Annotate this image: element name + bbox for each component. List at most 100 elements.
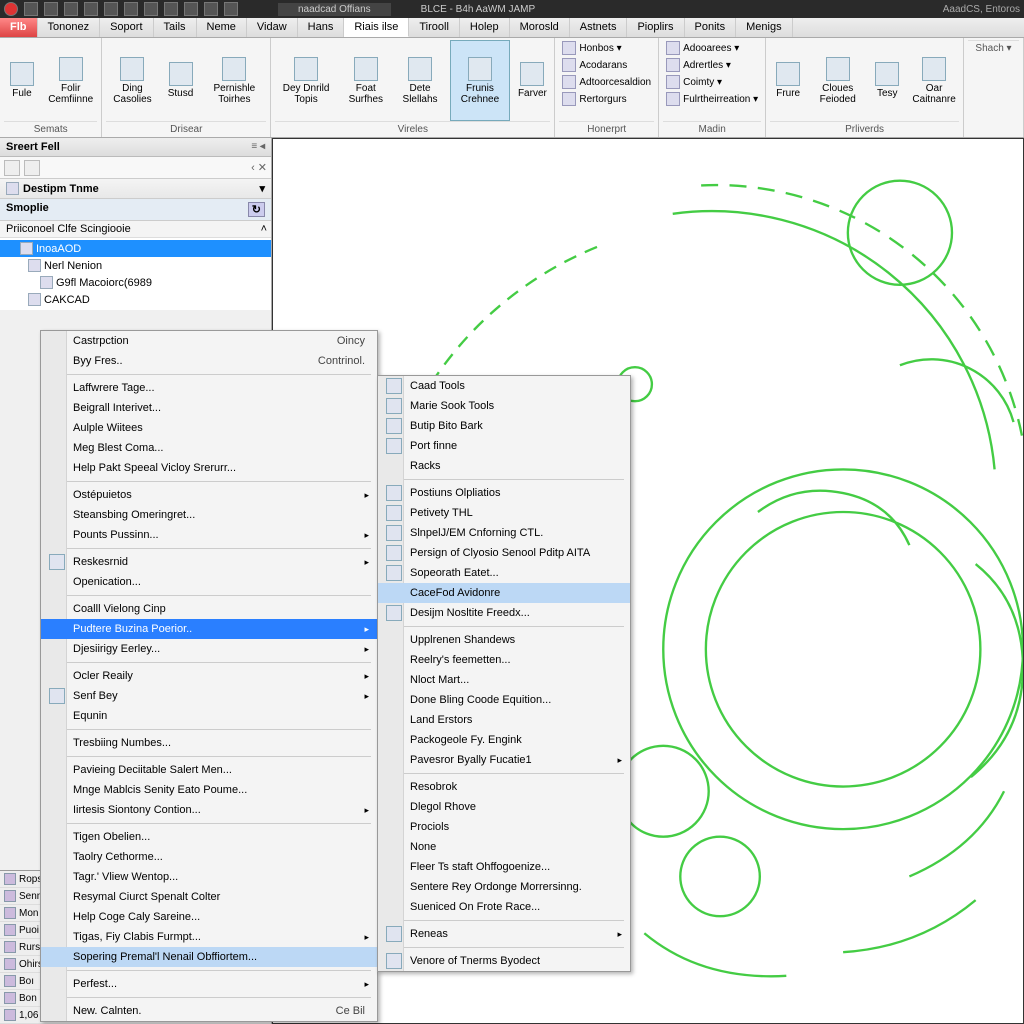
menu-item[interactable]: Fleer Ts staft Ohffogoenize...	[378, 857, 630, 877]
ribbon-button[interactable]: Farver	[514, 40, 550, 121]
menu-item[interactable]: Coalll Vielong Cinp	[41, 599, 377, 619]
menu-item[interactable]: Packogeole Fy. Engink	[378, 730, 630, 750]
ribbon-button[interactable]: Frure	[770, 40, 806, 121]
qat-icon[interactable]	[184, 2, 198, 16]
menu-item[interactable]: Upplrenen Shandews	[378, 630, 630, 650]
menu-item[interactable]: Ostépuietos▸	[41, 485, 377, 505]
tree-subheader[interactable]: Priiconoel Clfe Scingiooie ˄	[0, 221, 271, 238]
menu-tab[interactable]: Astnets	[570, 18, 628, 37]
app-icon[interactable]	[4, 2, 18, 16]
menu-item[interactable]: Tagr.' Vliew Wentop...	[41, 867, 377, 887]
menu-tab[interactable]: Hans	[298, 18, 345, 37]
tool-icon[interactable]	[24, 160, 40, 176]
menu-item[interactable]: CastrpctionOincy	[41, 331, 377, 351]
chevron-down-icon[interactable]: ▾	[259, 182, 265, 195]
menu-item[interactable]: Taolry Cethorme...	[41, 847, 377, 867]
menu-item[interactable]: CaceFod Avidonre	[378, 583, 630, 603]
menu-item[interactable]: Desijm Nosltite Freedx...	[378, 603, 630, 623]
ribbon-small-button[interactable]: Adtoorcesaldion	[559, 74, 654, 90]
menu-item[interactable]: Sopeorath Eatet...	[378, 563, 630, 583]
menu-item[interactable]: Prociols	[378, 817, 630, 837]
panel-section-header[interactable]: Smoplie ↻	[0, 199, 271, 221]
menu-item[interactable]: Sueniced On Frote Race...	[378, 897, 630, 917]
menu-tab[interactable]: Soport	[100, 18, 153, 37]
menu-item[interactable]: Butip Bito Bark	[378, 416, 630, 436]
ribbon-small-button[interactable]: Acodarans	[559, 57, 654, 73]
menu-item[interactable]: None	[378, 837, 630, 857]
ribbon-button[interactable]: Fule	[4, 40, 40, 121]
menu-item[interactable]: Reelry's feemetten...	[378, 650, 630, 670]
menu-item[interactable]: Aulple Wiitees	[41, 418, 377, 438]
ribbon-button[interactable]: Folir Cemfiinne	[44, 40, 97, 121]
ribbon-small-button[interactable]: Rertorgurs	[559, 91, 654, 107]
menu-item[interactable]: Steansbing Omeringret...	[41, 505, 377, 525]
ribbon-button[interactable]: Dete Slellahs	[395, 40, 446, 121]
menu-item[interactable]: Marie Sook Tools	[378, 396, 630, 416]
ribbon-button[interactable]: Oar Caitnanre	[909, 40, 959, 121]
qat-icon[interactable]	[104, 2, 118, 16]
menu-item[interactable]: Beigrall Interivet...	[41, 398, 377, 418]
tool-icon[interactable]	[4, 160, 20, 176]
menu-item[interactable]: Sopering Premal'l Nenail Obffiortem...	[41, 947, 377, 967]
qat-icon[interactable]	[144, 2, 158, 16]
ribbon-search[interactable]: Shach ▾	[968, 40, 1019, 54]
refresh-icon[interactable]: ↻	[248, 202, 265, 217]
menu-item[interactable]: Land Erstors	[378, 710, 630, 730]
menu-item[interactable]: Persign of Clyosio Senool Pditp AITA	[378, 543, 630, 563]
menu-item[interactable]: Postiuns Olpliatios	[378, 483, 630, 503]
menu-item[interactable]: Pounts Pussinn...▸	[41, 525, 377, 545]
panel-section-header[interactable]: Destipm Tnme ▾	[0, 179, 271, 199]
ribbon-small-button[interactable]: Honbos ▾	[559, 40, 654, 56]
menu-item[interactable]: Dlegol Rhove	[378, 797, 630, 817]
menu-item[interactable]: SlnpelJ/EM Cnforning CTL.	[378, 523, 630, 543]
qat-icon[interactable]	[164, 2, 178, 16]
menu-item[interactable]: Reneas▸	[378, 924, 630, 944]
ribbon-small-button[interactable]: Adooarees ▾	[663, 40, 761, 56]
menu-tab[interactable]: Tononez	[38, 18, 101, 37]
menu-item[interactable]: New. Calnten.Ce Bil	[41, 1001, 377, 1021]
ribbon-button[interactable]: Foat Surfhes	[341, 40, 391, 121]
ribbon-button[interactable]: Ding Casolies	[106, 40, 158, 121]
menu-item[interactable]: Equnin	[41, 706, 377, 726]
menu-item[interactable]: Tigas, Fiy Clabis Furmpt...▸	[41, 927, 377, 947]
menu-item[interactable]: Resobrok	[378, 777, 630, 797]
tree-row[interactable]: InoaAOD	[0, 240, 271, 257]
ribbon-button[interactable]: Pernishle Toirhes	[203, 40, 267, 121]
menu-item[interactable]: Sentere Rey Ordonge Morrersinng.	[378, 877, 630, 897]
menu-tab[interactable]: Vidaw	[247, 18, 298, 37]
qat-icon[interactable]	[224, 2, 238, 16]
menu-item[interactable]: Pavieing Deciitable Salert Men...	[41, 760, 377, 780]
menu-item[interactable]: Reskesrnid▸	[41, 552, 377, 572]
menu-item[interactable]: Openication...	[41, 572, 377, 592]
menu-item[interactable]: Pavesror Byally Fucatie1▸	[378, 750, 630, 770]
menu-item[interactable]: Meg Blest Coma...	[41, 438, 377, 458]
ribbon-small-button[interactable]: Adrertles ▾	[663, 57, 761, 73]
menu-item[interactable]: Iirtesis Siontony Contion...▸	[41, 800, 377, 820]
menu-tab[interactable]: Tirooll	[409, 18, 460, 37]
menu-item[interactable]: Perfest...▸	[41, 974, 377, 994]
qat-icon[interactable]	[64, 2, 78, 16]
menu-item[interactable]: Tresbiing Numbes...	[41, 733, 377, 753]
menu-item[interactable]: Nloct Mart...	[378, 670, 630, 690]
tree-row[interactable]: CAKCAD	[0, 291, 271, 308]
ribbon-button[interactable]: Dey Dnrild Topis	[275, 40, 337, 121]
qat-icon[interactable]	[24, 2, 38, 16]
chevron-up-icon[interactable]: ˄	[261, 223, 267, 235]
tree-row[interactable]: G9fl Macoiorc(6989	[0, 274, 271, 291]
menu-tab[interactable]: Tails	[154, 18, 197, 37]
ribbon-small-button[interactable]: Coimty ▾	[663, 74, 761, 90]
menu-tab[interactable]: Pioplirs	[627, 18, 684, 37]
menu-item[interactable]: Port finne	[378, 436, 630, 456]
menu-item[interactable]: Help Coge Caly Sareine...	[41, 907, 377, 927]
menu-item[interactable]: Byy Fres..Contrinol.	[41, 351, 377, 371]
menu-item[interactable]: Mnge Mablcis Senity Eato Poume...	[41, 780, 377, 800]
qat-icon[interactable]	[124, 2, 138, 16]
tree-row[interactable]: Nerl Nenion	[0, 257, 271, 274]
menu-item[interactable]: Done Bling Coode Equition...	[378, 690, 630, 710]
menu-item[interactable]: Resymal Ciurct Spenalt Colter	[41, 887, 377, 907]
close-icon[interactable]: ‹ ✕	[251, 161, 267, 174]
menu-tab[interactable]: Morosld	[510, 18, 570, 37]
panel-collapse-icon[interactable]: ≡ ◂	[251, 141, 265, 153]
ribbon-button[interactable]: Frunis Crehnee	[450, 40, 511, 121]
doc-dropdown[interactable]: naadcad Offians	[278, 3, 391, 16]
